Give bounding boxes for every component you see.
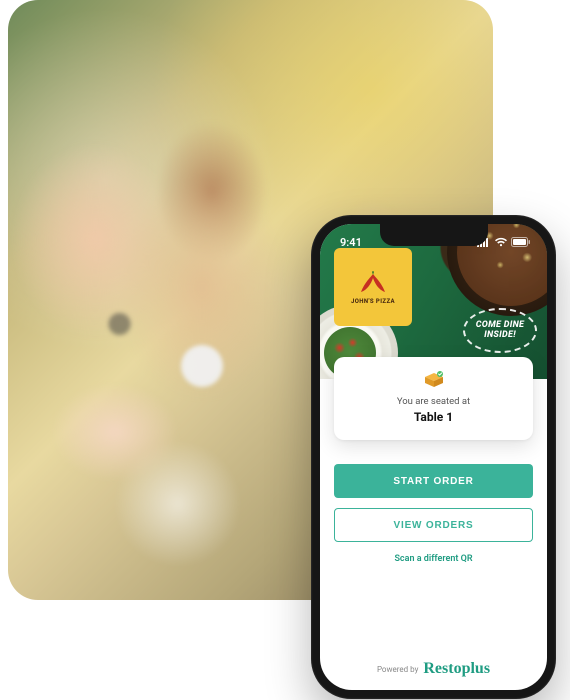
promo-badge: COME DINE INSIDE! [463, 308, 537, 353]
status-time: 9:41 [340, 236, 362, 249]
battery-icon [511, 237, 531, 247]
powered-by-label: Powered by [377, 665, 418, 674]
seated-label: You are seated at [397, 396, 470, 407]
restaurant-name: John's Pizza [351, 298, 395, 305]
scan-different-qr-link[interactable]: Scan a different QR [334, 554, 533, 564]
footer: Powered by Restoplus [320, 660, 547, 678]
wifi-icon [494, 237, 508, 247]
brand-name: Restoplus [423, 660, 490, 678]
table-icon [423, 371, 445, 389]
chili-logo-icon [357, 270, 389, 296]
table-name: Table 1 [414, 410, 453, 424]
action-group: START ORDER VIEW ORDERS Scan a different… [334, 464, 533, 564]
start-order-button[interactable]: START ORDER [334, 464, 533, 498]
restaurant-logo: John's Pizza [334, 248, 412, 326]
seated-card: You are seated at Table 1 [334, 357, 533, 440]
promo-badge-text: COME DINE INSIDE! [469, 321, 531, 341]
phone-frame: 9:41 John's Pizza [311, 215, 556, 699]
view-orders-button[interactable]: VIEW ORDERS [334, 508, 533, 542]
phone-screen: 9:41 John's Pizza [320, 224, 547, 690]
phone-notch [380, 224, 488, 246]
